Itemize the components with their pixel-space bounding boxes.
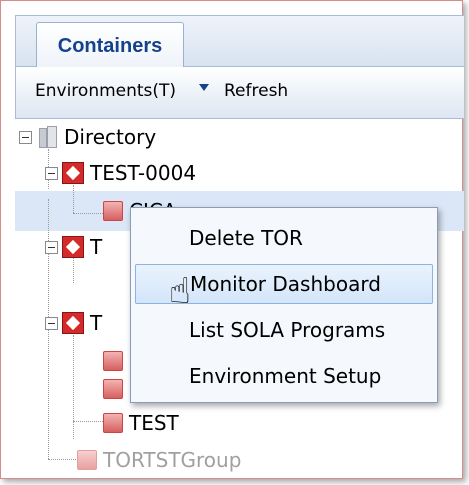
tree-connector xyxy=(73,335,74,439)
menu-item-label: List SOLA Programs xyxy=(189,318,386,342)
refresh-button[interactable]: Refresh xyxy=(224,81,288,101)
menu-item-list-sola-programs[interactable]: List SOLA Programs xyxy=(135,310,433,350)
tree-node-label: TORTSTGroup xyxy=(103,448,242,472)
tree-connector xyxy=(48,459,78,460)
tab-containers[interactable]: Containers xyxy=(36,22,184,69)
menu-item-environment-setup[interactable]: Environment Setup xyxy=(135,356,433,396)
tree-node-t-2[interactable]: T xyxy=(45,305,102,341)
tree-node-tortstgroup[interactable]: TORTSTGroup xyxy=(77,442,241,478)
environments-dropdown[interactable]: Environments(T) xyxy=(35,81,176,101)
tree-connector xyxy=(73,421,103,422)
dropdown-caret-icon[interactable] xyxy=(199,84,209,91)
menu-item-label: Delete TOR xyxy=(189,226,303,250)
toolbar: Environments(T) Refresh xyxy=(15,67,464,119)
menu-item-delete-tor[interactable]: Delete TOR xyxy=(135,218,433,258)
tree-node-label: TEST-0004 xyxy=(90,161,197,185)
tree-node-leaf[interactable] xyxy=(103,371,123,407)
hand-pointer-icon: ☝ xyxy=(169,271,191,312)
red-leaf-icon xyxy=(103,351,123,371)
directory-icon xyxy=(36,125,58,149)
tree-node-t-1[interactable]: T xyxy=(45,229,102,265)
red-leaf-icon xyxy=(103,413,123,433)
tree-node-test[interactable]: TEST xyxy=(103,405,179,441)
red-box-icon xyxy=(62,162,84,184)
menu-item-label: Environment Setup xyxy=(189,364,382,388)
red-box-icon xyxy=(62,236,84,258)
tree-node-directory[interactable]: Directory xyxy=(19,119,156,155)
collapse-toggle-icon[interactable] xyxy=(45,316,58,330)
collapse-toggle-icon[interactable] xyxy=(45,240,58,254)
collapse-toggle-icon[interactable] xyxy=(45,166,58,180)
red-leaf-icon xyxy=(103,379,123,399)
tree-node-label: Directory xyxy=(64,125,157,149)
red-leaf-icon xyxy=(77,450,97,470)
collapse-toggle-icon[interactable] xyxy=(19,130,32,144)
tab-strip: Containers xyxy=(15,15,464,69)
red-leaf-icon xyxy=(103,201,123,221)
tree-node-label: TEST xyxy=(129,411,179,435)
tree-node-test-0004[interactable]: TEST-0004 xyxy=(45,155,196,191)
menu-item-label: Monitor Dashboard xyxy=(190,272,381,296)
tree-connector xyxy=(73,213,103,214)
tree-node-label: T xyxy=(90,311,103,335)
tree-node-label: T xyxy=(90,235,103,259)
red-box-icon xyxy=(62,312,84,334)
